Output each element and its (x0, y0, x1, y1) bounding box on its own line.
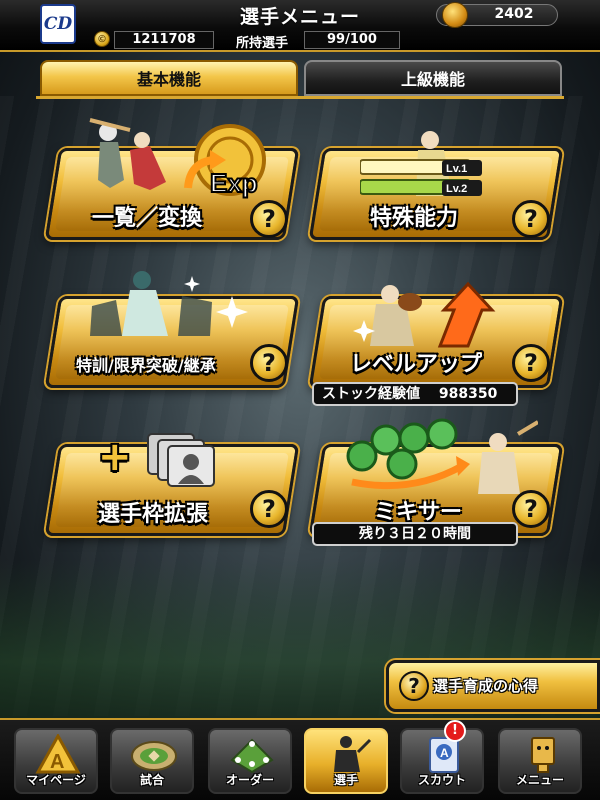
gold-count: 2402 (494, 6, 534, 22)
coin-count: 1211708 (114, 31, 214, 49)
order-icon (230, 738, 274, 774)
scout-notification-badge: ! (444, 720, 466, 742)
mixer-icon (346, 418, 538, 494)
tile-label-level-up: レベルアップ (350, 352, 483, 377)
nav-match[interactable]: 試合 (110, 728, 194, 794)
coin-icon: © (94, 31, 110, 47)
nav-scout[interactable]: A スカウト (400, 728, 484, 794)
level-1-tag: Lv.1 (446, 163, 467, 175)
nav-players[interactable]: 選手 (304, 728, 388, 794)
nav-match-label: 試合 (139, 773, 164, 787)
player-icon (334, 736, 372, 772)
stadium-icon (131, 741, 177, 771)
svg-text:Exp: Exp (210, 168, 258, 198)
bottom-nav: A マイページ 試合 オーダー 選手 A スカウト メニュー (0, 718, 600, 800)
tab-divider (36, 96, 564, 99)
mixer-time-bar: 残り３日２０時間 (312, 522, 518, 546)
nav-menu-label: メニュー (515, 773, 564, 787)
level-up-icon (353, 281, 496, 348)
stock-exp-label: ストック経験値 (322, 386, 420, 402)
plus-sign-icon: + (98, 434, 132, 480)
mixer-remaining-time: 残り３日２０時間 (359, 526, 471, 542)
help-button-training[interactable]: ? (250, 344, 288, 382)
mypage-glyph: A (50, 751, 64, 773)
gold-bag-icon (442, 2, 468, 28)
stock-exp-value: 988350 (438, 386, 498, 402)
header-info-row: © 1211708 所持選手 99/100 (0, 30, 600, 51)
question-icon: ? (399, 671, 429, 701)
nav-players-label: 選手 (333, 773, 358, 787)
tile-label-special: 特殊能力 (370, 206, 459, 231)
training-tips-button[interactable]: ? 選手育成の心得 (386, 660, 600, 712)
tile-label-training: 特訓/限界突破/継承 (76, 356, 216, 375)
header-bar: CD 選手メニュー 2402 © 1211708 所持選手 99/100 (0, 0, 600, 52)
nav-order[interactable]: オーダー (208, 728, 292, 794)
help-button-expand[interactable]: ? (250, 490, 288, 528)
tab-basic[interactable]: 基本機能 (40, 60, 298, 96)
mypage-icon: A (35, 734, 81, 774)
tab-advanced[interactable]: 上級機能 (304, 60, 562, 96)
nav-order-label: オーダー (225, 773, 274, 787)
nav-scout-label: スカウト (417, 773, 466, 787)
help-button-level-up[interactable]: ? (512, 344, 550, 382)
help-button-list[interactable]: ? (250, 200, 288, 238)
help-button-special[interactable]: ? (512, 200, 550, 238)
help-button-mixer[interactable]: ? (512, 490, 550, 528)
tile-label-list: 一覧／変換 (92, 206, 203, 231)
training-tips-label: 選手育成の心得 (433, 677, 539, 695)
training-icon (90, 271, 248, 336)
stock-exp-bar: ストック経験値 988350 (312, 382, 518, 406)
menu-icon (531, 737, 555, 773)
tile-label-expand: 選手枠拡張 (98, 502, 209, 527)
nav-mypage-label: マイページ (26, 773, 86, 787)
roster-count: 99/100 (304, 31, 400, 49)
page-title: 選手メニュー (239, 6, 360, 28)
level-2-tag: Lv.2 (446, 183, 467, 195)
nav-menu[interactable]: メニュー (498, 728, 582, 794)
roster-label: 所持選手 (235, 36, 288, 51)
nav-mypage[interactable]: A マイページ (14, 728, 98, 794)
svg-text:A: A (440, 746, 449, 760)
